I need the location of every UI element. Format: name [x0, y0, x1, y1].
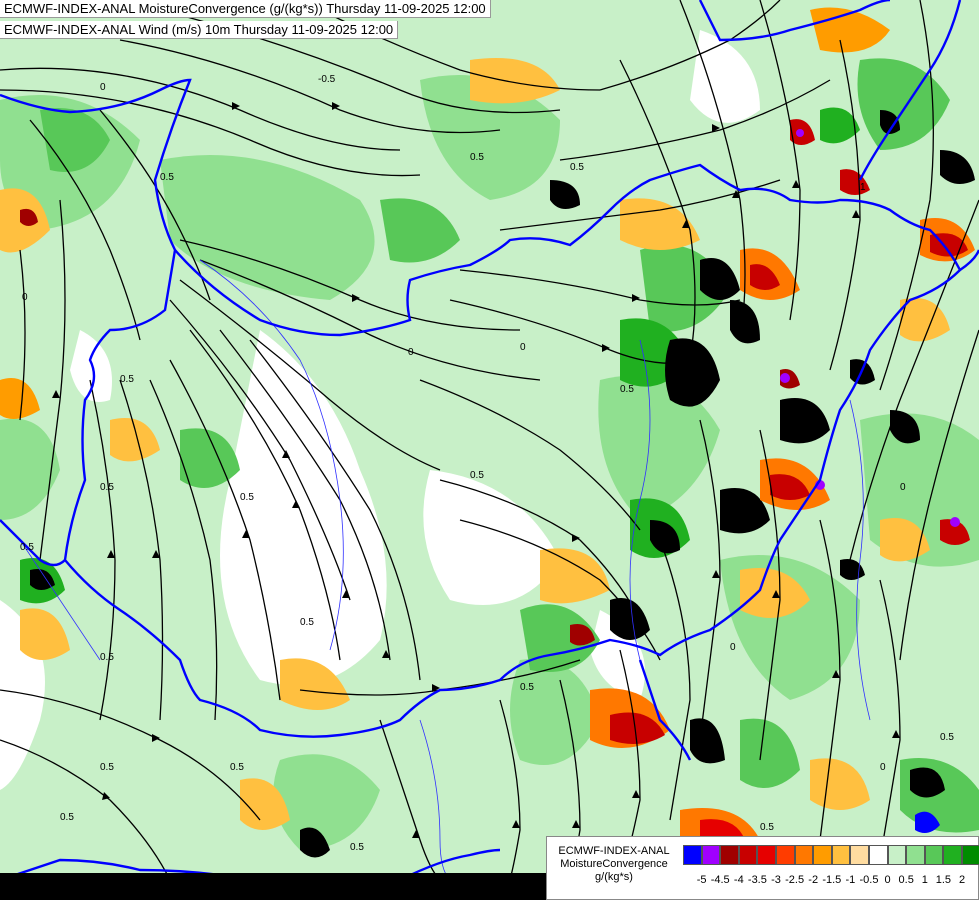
contour-label: -0.5 [318, 74, 336, 85]
contour-label: 0.5 [300, 617, 314, 628]
contour-label: 0.5 [230, 762, 244, 773]
legend-tick-label: -3.5 [747, 874, 767, 886]
color-legend: ECMWF-INDEX-ANAL MoistureConvergence g/(… [546, 836, 979, 900]
legend-swatch [831, 845, 851, 865]
legend-swatch [738, 845, 758, 865]
legend-swatch [906, 845, 925, 865]
legend-tick-label: -1 [845, 874, 856, 886]
map-title-moisture: ECMWF-INDEX-ANAL MoistureConvergence (g/… [0, 0, 491, 18]
legend-swatch [887, 845, 907, 865]
legend-title: ECMWF-INDEX-ANAL MoistureConvergence g/(… [551, 845, 677, 884]
legend-title-variable: MoistureConvergence [560, 858, 668, 870]
contour-label: 0 [880, 762, 886, 773]
legend-tick-label: -0.5 [859, 874, 879, 886]
contour-label: 0.5 [520, 682, 534, 693]
contour-label: 0.5 [470, 152, 484, 163]
contour-label: 0 [22, 292, 28, 303]
legend-title-unit: g/(kg*s) [595, 871, 633, 883]
legend-tick-label: -4 [733, 874, 744, 886]
legend-tick-label: -1.5 [822, 874, 842, 886]
legend-swatch [794, 845, 814, 865]
contour-label: 0.5 [100, 652, 114, 663]
legend-swatch [775, 845, 795, 865]
legend-swatch [683, 845, 702, 865]
contour-label: 0 [520, 342, 526, 353]
contour-label: 0.5 [620, 384, 634, 395]
legend-swatch [961, 845, 979, 865]
contour-label: 0.5 [60, 812, 74, 823]
legend-tick-label: 1 [921, 874, 928, 886]
legend-title-source: ECMWF-INDEX-ANAL [558, 845, 670, 857]
contour-label: 0 [408, 347, 414, 358]
contour-label: 0.5 [100, 482, 114, 493]
legend-tick-label: 1.5 [935, 874, 952, 886]
legend-tick-label: -4.5 [710, 874, 730, 886]
legend-tick-label: 2 [958, 874, 966, 886]
contour-label: 1 [860, 182, 866, 193]
legend-swatch [757, 845, 776, 865]
contour-label: 0.5 [940, 732, 954, 743]
legend-tick-label: -3 [771, 874, 781, 886]
contour-label: 0.5 [160, 172, 174, 183]
legend-swatches [683, 845, 979, 865]
contour-label: 0.5 [350, 842, 364, 853]
contour-label: 0.5 [120, 374, 134, 385]
contour-label: 0.5 [760, 822, 774, 833]
weather-map: -0.5 0.5 0.5 0 0.5 0 0.5 0.5 0.5 0.5 0.5… [0, 0, 979, 900]
contour-label: 0.5 [240, 492, 254, 503]
contour-label: 0 [900, 482, 906, 493]
legend-tick-label: 0 [884, 874, 891, 886]
contour-label: 0.5 [470, 470, 484, 481]
legend-swatch [720, 845, 739, 865]
legend-swatch [868, 845, 888, 865]
contour-label: 0 [100, 82, 106, 93]
map-title-wind: ECMWF-INDEX-ANAL Wind (m/s) 10m Thursday… [0, 21, 399, 39]
legend-swatch [924, 845, 944, 865]
legend-swatch [850, 845, 869, 865]
contour-label: 0.5 [570, 162, 584, 173]
legend-tick-label: -2.5 [785, 874, 805, 886]
contour-label: 0.5 [20, 542, 34, 553]
legend-ticks: -5 -4.5 -4 -3.5 -3 -2.5 -2 -1.5 -1 -0.5 0 0.5 1 1.5 2 [683, 874, 979, 890]
legend-tick-label: 0.5 [898, 874, 914, 886]
legend-tick-label: -5 [696, 874, 707, 886]
legend-swatch [943, 845, 962, 865]
contour-label: 0.5 [100, 762, 114, 773]
legend-tick-label: -2 [808, 874, 819, 886]
legend-swatch [701, 845, 721, 865]
contour-label: 0 [730, 642, 736, 653]
legend-swatch [813, 845, 832, 865]
